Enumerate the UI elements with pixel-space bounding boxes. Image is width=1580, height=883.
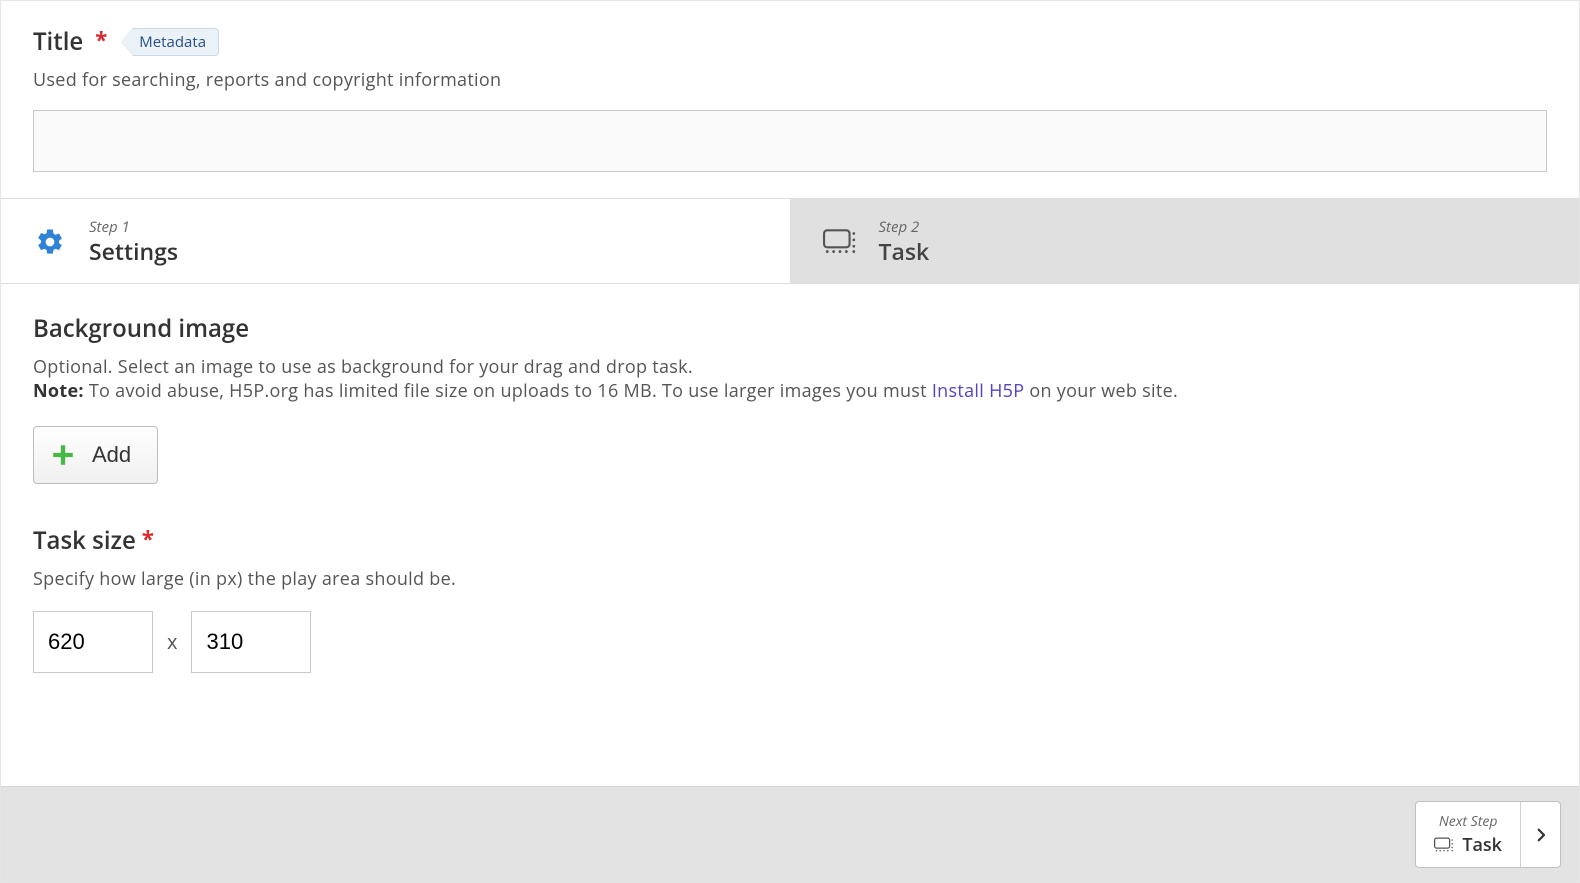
tab-settings[interactable]: Step 1 Settings (1, 199, 791, 283)
title-label: Title (33, 25, 83, 58)
note-label: Note: (33, 379, 84, 403)
next-step-target-row: Task (1434, 833, 1502, 857)
next-step-main: Next Step Task (1416, 802, 1520, 867)
task-screen-icon (1434, 837, 1454, 853)
plus-icon (50, 442, 76, 468)
task-size-inputs: x (33, 611, 1547, 673)
title-row: Title * Metadata (33, 25, 1547, 58)
background-desc-line1: Optional. Select an image to use as back… (33, 355, 693, 379)
gear-icon (33, 225, 67, 259)
background-description: Optional. Select an image to use as back… (33, 355, 1547, 404)
note-after-link: on your web site. (1024, 379, 1178, 403)
step-tabs: Step 1 Settings Step 2 (1, 198, 1579, 284)
settings-body: Background image Optional. Select an ima… (1, 284, 1579, 786)
next-step-label: Next Step (1434, 812, 1502, 831)
add-button-label: Add (92, 442, 131, 468)
title-section: Title * Metadata Used for searching, rep… (1, 1, 1579, 198)
tag-arrow-icon (121, 28, 133, 56)
next-step-button[interactable]: Next Step Task (1415, 801, 1561, 868)
editor-footer: Next Step Task (1, 786, 1579, 882)
task-screen-icon (823, 225, 857, 259)
title-input[interactable] (33, 110, 1547, 172)
step2-number: Step 2 (879, 217, 930, 237)
install-h5p-link[interactable]: Install H5P (932, 379, 1025, 403)
required-star-icon: * (95, 25, 107, 55)
task-height-input[interactable] (191, 611, 311, 673)
background-image-section: Background image Optional. Select an ima… (33, 312, 1547, 484)
tab-task-text: Step 2 Task (879, 217, 930, 267)
note-before-link: To avoid abuse, H5P.org has limited file… (84, 379, 932, 403)
add-background-button[interactable]: Add (33, 426, 158, 484)
title-hint: Used for searching, reports and copyrigh… (33, 68, 1547, 92)
task-size-hint: Specify how large (in px) the play area … (33, 567, 1547, 591)
step2-name: Task (879, 235, 930, 267)
step1-name: Settings (89, 235, 178, 267)
task-size-heading: Task size (33, 524, 136, 557)
next-step-target: Task (1462, 833, 1502, 857)
required-star-icon: * (142, 524, 154, 554)
metadata-chip-button[interactable]: Metadata (121, 28, 219, 56)
editor-panel: Title * Metadata Used for searching, rep… (0, 0, 1580, 883)
tab-task[interactable]: Step 2 Task (791, 199, 1580, 283)
metadata-chip-label: Metadata (133, 28, 219, 56)
task-size-section: Task size * Specify how large (in px) th… (33, 524, 1547, 673)
step1-number: Step 1 (89, 217, 178, 237)
background-heading: Background image (33, 312, 1547, 345)
tab-settings-text: Step 1 Settings (89, 217, 178, 267)
task-size-heading-wrap: Task size * (33, 524, 154, 557)
dimension-separator: x (167, 628, 177, 655)
task-width-input[interactable] (33, 611, 153, 673)
chevron-right-icon (1520, 802, 1560, 867)
